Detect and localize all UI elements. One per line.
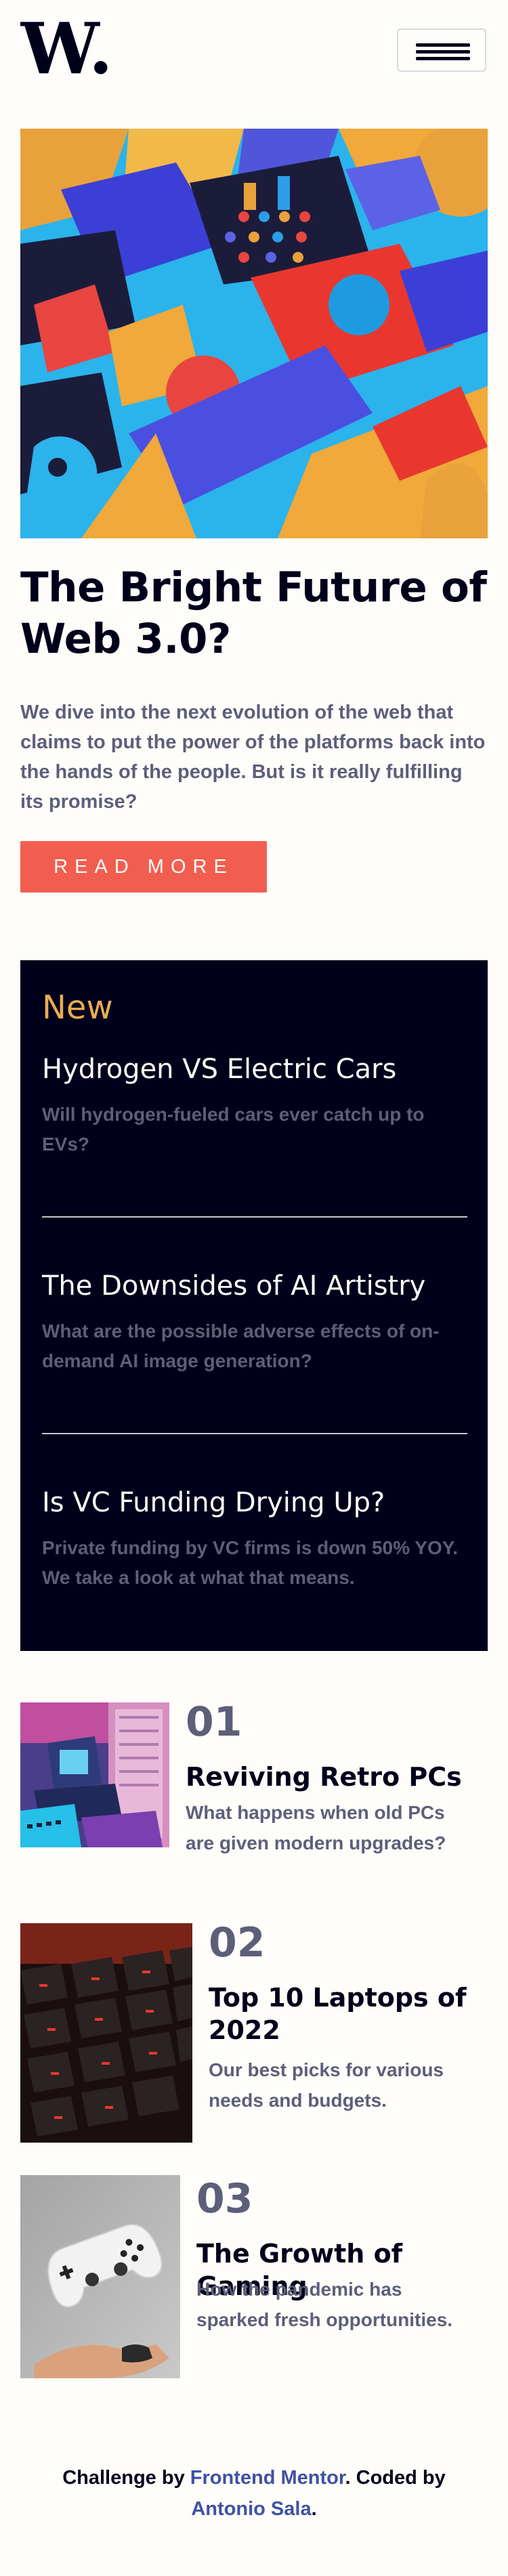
logo[interactable]: W. <box>20 19 111 81</box>
trending-description: How the pandemic has sparked fresh oppor… <box>196 2279 453 2330</box>
trending-description: What happens when old PCs are given mode… <box>186 1802 446 1853</box>
attribution-suffix: . <box>311 2498 317 2520</box>
read-more-button[interactable]: READ MORE <box>20 841 267 893</box>
hero-title: The Bright Future of Web 3.0? <box>20 563 487 663</box>
trending-number: 02 <box>209 1919 266 1967</box>
author-link[interactable]: Antonio Sala <box>191 2498 311 2520</box>
new-item-title[interactable]: Is VC Funding Drying Up? <box>42 1487 385 1518</box>
new-articles-panel: New Hydrogen VS Electric Cars Will hydro… <box>20 960 488 1651</box>
new-item-description: Private funding by VC firms is down 50% … <box>42 1537 459 1588</box>
frontend-mentor-link[interactable]: Frontend Mentor <box>190 2467 345 2489</box>
trending-number: 03 <box>196 2175 253 2223</box>
new-item-description: What are the possible adverse effects of… <box>42 1321 440 1371</box>
attribution-footer: Challenge by Frontend Mentor. Coded by A… <box>20 2462 488 2525</box>
menu-button[interactable] <box>397 28 486 72</box>
new-item-title[interactable]: The Downsides of AI Artistry <box>42 1270 425 1302</box>
trending-number: 01 <box>186 1698 242 1746</box>
trending-title[interactable]: Reviving Retro PCs <box>186 1761 484 1793</box>
site-header: W. <box>0 0 508 102</box>
attribution-prefix: Challenge by <box>62 2467 190 2489</box>
hero-image <box>20 129 488 538</box>
new-item-description: Will hydrogen-fueled cars ever catch up … <box>42 1104 425 1155</box>
attribution-middle: . Coded by <box>345 2467 446 2489</box>
laptop-keyboard-image <box>20 1923 192 2143</box>
trending-article: 03 The Growth of Gaming How the pandemic… <box>20 2175 488 2378</box>
hero-description: We dive into the next evolution of the w… <box>20 702 486 813</box>
divider <box>42 1433 467 1434</box>
logo-text: W. <box>20 19 111 81</box>
game-controller-image <box>20 2175 180 2378</box>
trending-description: Our best picks for various needs and bud… <box>209 2059 444 2111</box>
new-heading: New <box>42 989 113 1027</box>
trending-article: 02 Top 10 Laptops of 2022 Our best picks… <box>20 1919 488 2147</box>
trending-article: 01 Reviving Retro PCs What happens when … <box>20 1698 488 1853</box>
new-item-title[interactable]: Hydrogen VS Electric Cars <box>42 1054 396 1085</box>
retro-pc-image <box>20 1702 169 1847</box>
divider <box>42 1216 467 1218</box>
trending-title[interactable]: Top 10 Laptops of 2022 <box>209 1981 473 2046</box>
